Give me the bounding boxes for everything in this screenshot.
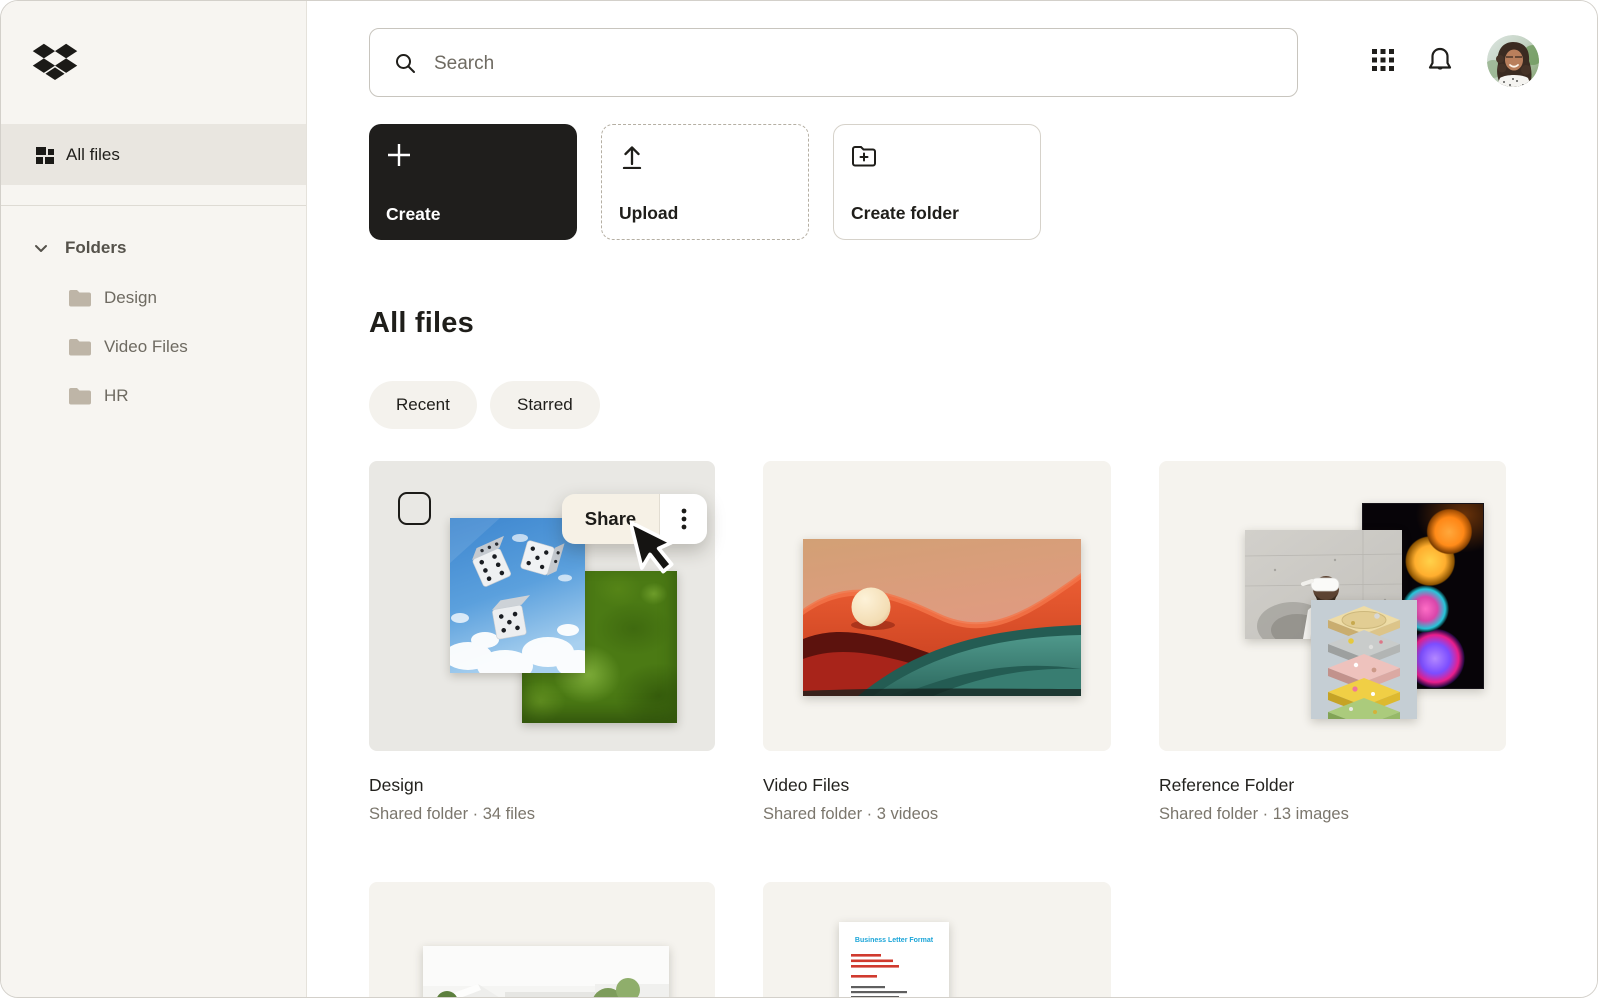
app-window: All files Folders Design Video Files HR … xyxy=(0,0,1598,998)
tile-subtitle: Shared folder · 34 files xyxy=(369,805,536,823)
chevron-down-icon xyxy=(32,239,50,257)
mouse-cursor xyxy=(630,520,674,574)
upload-icon xyxy=(619,143,645,170)
tile-subtitle: Shared folder · 3 videos xyxy=(763,805,939,823)
design-thumbnail-area: Share xyxy=(369,461,715,751)
filter-chip-starred[interactable]: Starred xyxy=(490,381,600,429)
upload-button[interactable]: Upload xyxy=(601,124,809,240)
partial-thumbnail-area-2: Business Letter Format xyxy=(763,882,1111,997)
abstract-waves-image xyxy=(803,539,1081,696)
search-icon xyxy=(396,54,415,73)
sidebar-folder-video-files[interactable]: Video Files xyxy=(1,324,306,370)
isometric-layers-image xyxy=(1311,600,1417,719)
folder-label: HR xyxy=(104,386,129,405)
folders-section-toggle[interactable]: Folders xyxy=(1,231,306,265)
partial-thumbnail-area-1 xyxy=(369,882,715,997)
search-input[interactable] xyxy=(432,29,1276,98)
video-files-thumbnail-area xyxy=(763,461,1111,751)
dice-sky-image xyxy=(450,518,585,673)
folder-tile-design[interactable]: Share Design Shared folder · 34 files xyxy=(369,461,715,824)
sidebar-folder-design[interactable]: Design xyxy=(1,275,306,321)
folder-label: Design xyxy=(104,288,157,307)
folder-icon xyxy=(68,337,92,357)
folder-tile-reference-folder[interactable]: Reference Folder Shared folder · 13 imag… xyxy=(1159,461,1506,824)
plus-icon xyxy=(386,142,412,168)
folder-label: Video Files xyxy=(104,337,188,356)
sidebar-divider xyxy=(1,205,306,206)
apps-grid-button[interactable] xyxy=(1370,48,1396,74)
upload-button-label: Upload xyxy=(619,203,679,223)
create-button-label: Create xyxy=(386,204,441,224)
tile-title[interactable]: Video Files xyxy=(763,775,1111,796)
sidebar-item-all-files[interactable]: All files xyxy=(1,124,306,185)
select-checkbox[interactable] xyxy=(398,492,431,525)
tile-title[interactable]: Design xyxy=(369,775,715,796)
search-bar xyxy=(369,28,1298,98)
folder-plus-icon xyxy=(851,143,877,169)
filter-chip-recent[interactable]: Recent xyxy=(369,381,477,429)
main-content: Create Upload Create folder All files Re… xyxy=(308,1,1597,997)
apps-grid-icon xyxy=(1372,49,1394,71)
folder-tile-partial-2[interactable]: Business Letter Format xyxy=(763,882,1111,997)
doc-title-text: Business Letter Format xyxy=(855,937,934,944)
dropbox-logo[interactable] xyxy=(32,39,78,85)
folders-header-label: Folders xyxy=(65,238,127,257)
create-folder-button[interactable]: Create folder xyxy=(833,124,1041,240)
white-village-photo xyxy=(423,946,669,997)
sidebar: All files Folders Design Video Files HR xyxy=(1,1,307,997)
folder-tile-partial-1[interactable] xyxy=(369,882,715,997)
create-button[interactable]: Create xyxy=(369,124,577,240)
reference-thumbnail-area xyxy=(1159,461,1506,751)
tile-subtitle: Shared folder · 13 images xyxy=(1159,805,1349,823)
sidebar-folder-hr[interactable]: HR xyxy=(1,373,306,419)
all-files-icon xyxy=(34,144,56,166)
kebab-menu-icon xyxy=(681,508,686,530)
account-avatar[interactable] xyxy=(1487,35,1539,87)
tile-title[interactable]: Reference Folder xyxy=(1159,775,1506,796)
folder-icon xyxy=(68,386,92,406)
create-folder-button-label: Create folder xyxy=(851,203,959,223)
sidebar-item-label: All files xyxy=(66,144,120,164)
page-title: All files xyxy=(369,307,474,339)
bell-icon xyxy=(1428,47,1452,70)
business-letter-document: Business Letter Format xyxy=(839,922,949,997)
notifications-button[interactable] xyxy=(1426,46,1454,76)
folder-icon xyxy=(68,288,92,308)
folder-tile-video-files[interactable]: Video Files Shared folder · 3 videos xyxy=(763,461,1111,824)
